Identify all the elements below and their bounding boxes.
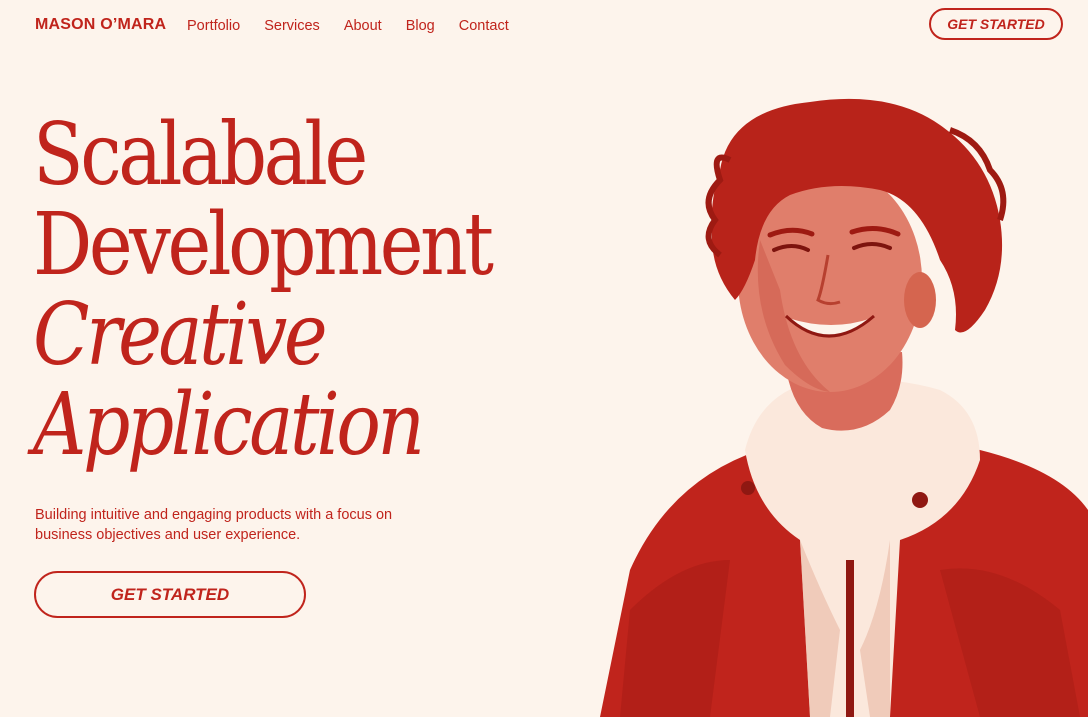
nav-link-portfolio[interactable]: Portfolio [187, 18, 240, 34]
hero-title-line-4: Application [33, 375, 425, 475]
header-get-started-button[interactable]: GET STARTED [929, 8, 1063, 40]
nav-link-contact[interactable]: Contact [459, 18, 509, 34]
nav-item-about: About [344, 17, 382, 35]
nav-item-portfolio: Portfolio [187, 17, 240, 35]
main-nav: Portfolio Services About Blog Contact [187, 17, 509, 35]
hero-title-line-2: Development [33, 195, 494, 295]
nav-link-blog[interactable]: Blog [406, 18, 435, 34]
hero-title-line-1: Scalabale [33, 105, 368, 205]
person-portrait-image [560, 90, 1088, 717]
hero-subtitle: Building intuitive and engaging products… [35, 507, 393, 543]
hero-title-line-3: Creative [33, 285, 328, 385]
nav-item-contact: Contact [459, 17, 509, 35]
nav-link-about[interactable]: About [344, 18, 382, 34]
nav-item-services: Services [264, 17, 320, 35]
hero-get-started-button[interactable]: GET STARTED [34, 571, 306, 618]
hero-title: Scalabale Development Creative Applicati… [33, 105, 494, 475]
brand-logo[interactable]: MASON O’MARA [35, 16, 166, 34]
nav-item-blog: Blog [406, 17, 435, 35]
nav-link-services[interactable]: Services [264, 18, 320, 34]
